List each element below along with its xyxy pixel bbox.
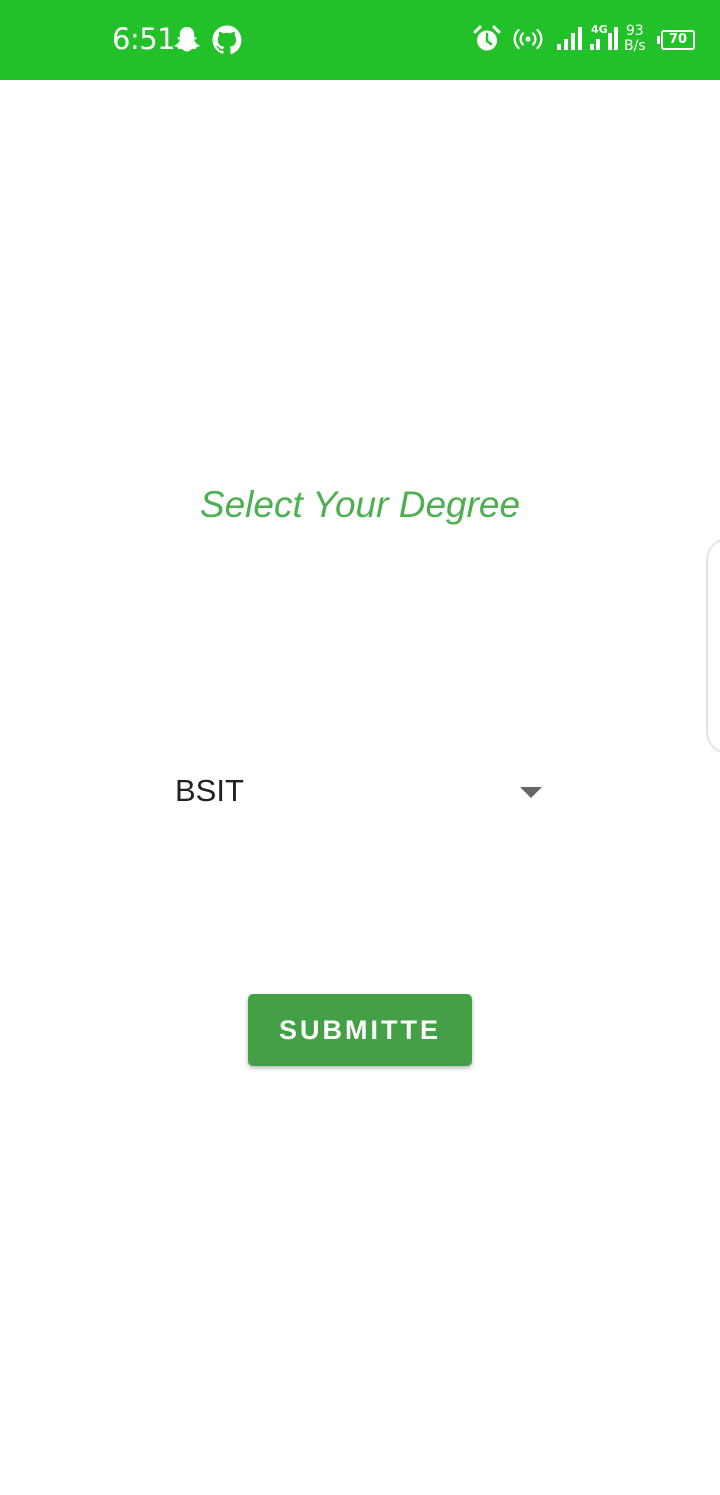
status-bar: 6:51 4G 93 B/s 70	[0, 0, 720, 80]
network-speed: 93 B/s	[624, 24, 646, 54]
signal-icon	[556, 24, 586, 52]
alarm-icon	[472, 24, 502, 54]
network-speed-unit: B/s	[624, 38, 646, 54]
status-time: 6:51	[112, 22, 176, 56]
page-title: Select Your Degree	[199, 484, 521, 525]
github-icon	[211, 24, 243, 56]
signal-4g-icon: 4G	[589, 22, 621, 52]
dropdown-arrow-icon	[520, 787, 542, 798]
hotspot-icon	[512, 24, 544, 54]
battery-tip	[657, 36, 660, 44]
network-speed-value: 93	[625, 23, 644, 39]
network-type-label: 4G	[591, 23, 608, 36]
snapchat-icon	[171, 24, 203, 56]
submit-button[interactable]: SUBMITTE	[248, 994, 472, 1066]
edge-panel-handle[interactable]	[706, 538, 720, 754]
degree-spinner-value: BSIT	[175, 773, 244, 808]
battery-icon: 70	[657, 30, 695, 50]
battery-level: 70	[661, 30, 695, 50]
degree-spinner[interactable]: BSIT	[160, 760, 560, 824]
